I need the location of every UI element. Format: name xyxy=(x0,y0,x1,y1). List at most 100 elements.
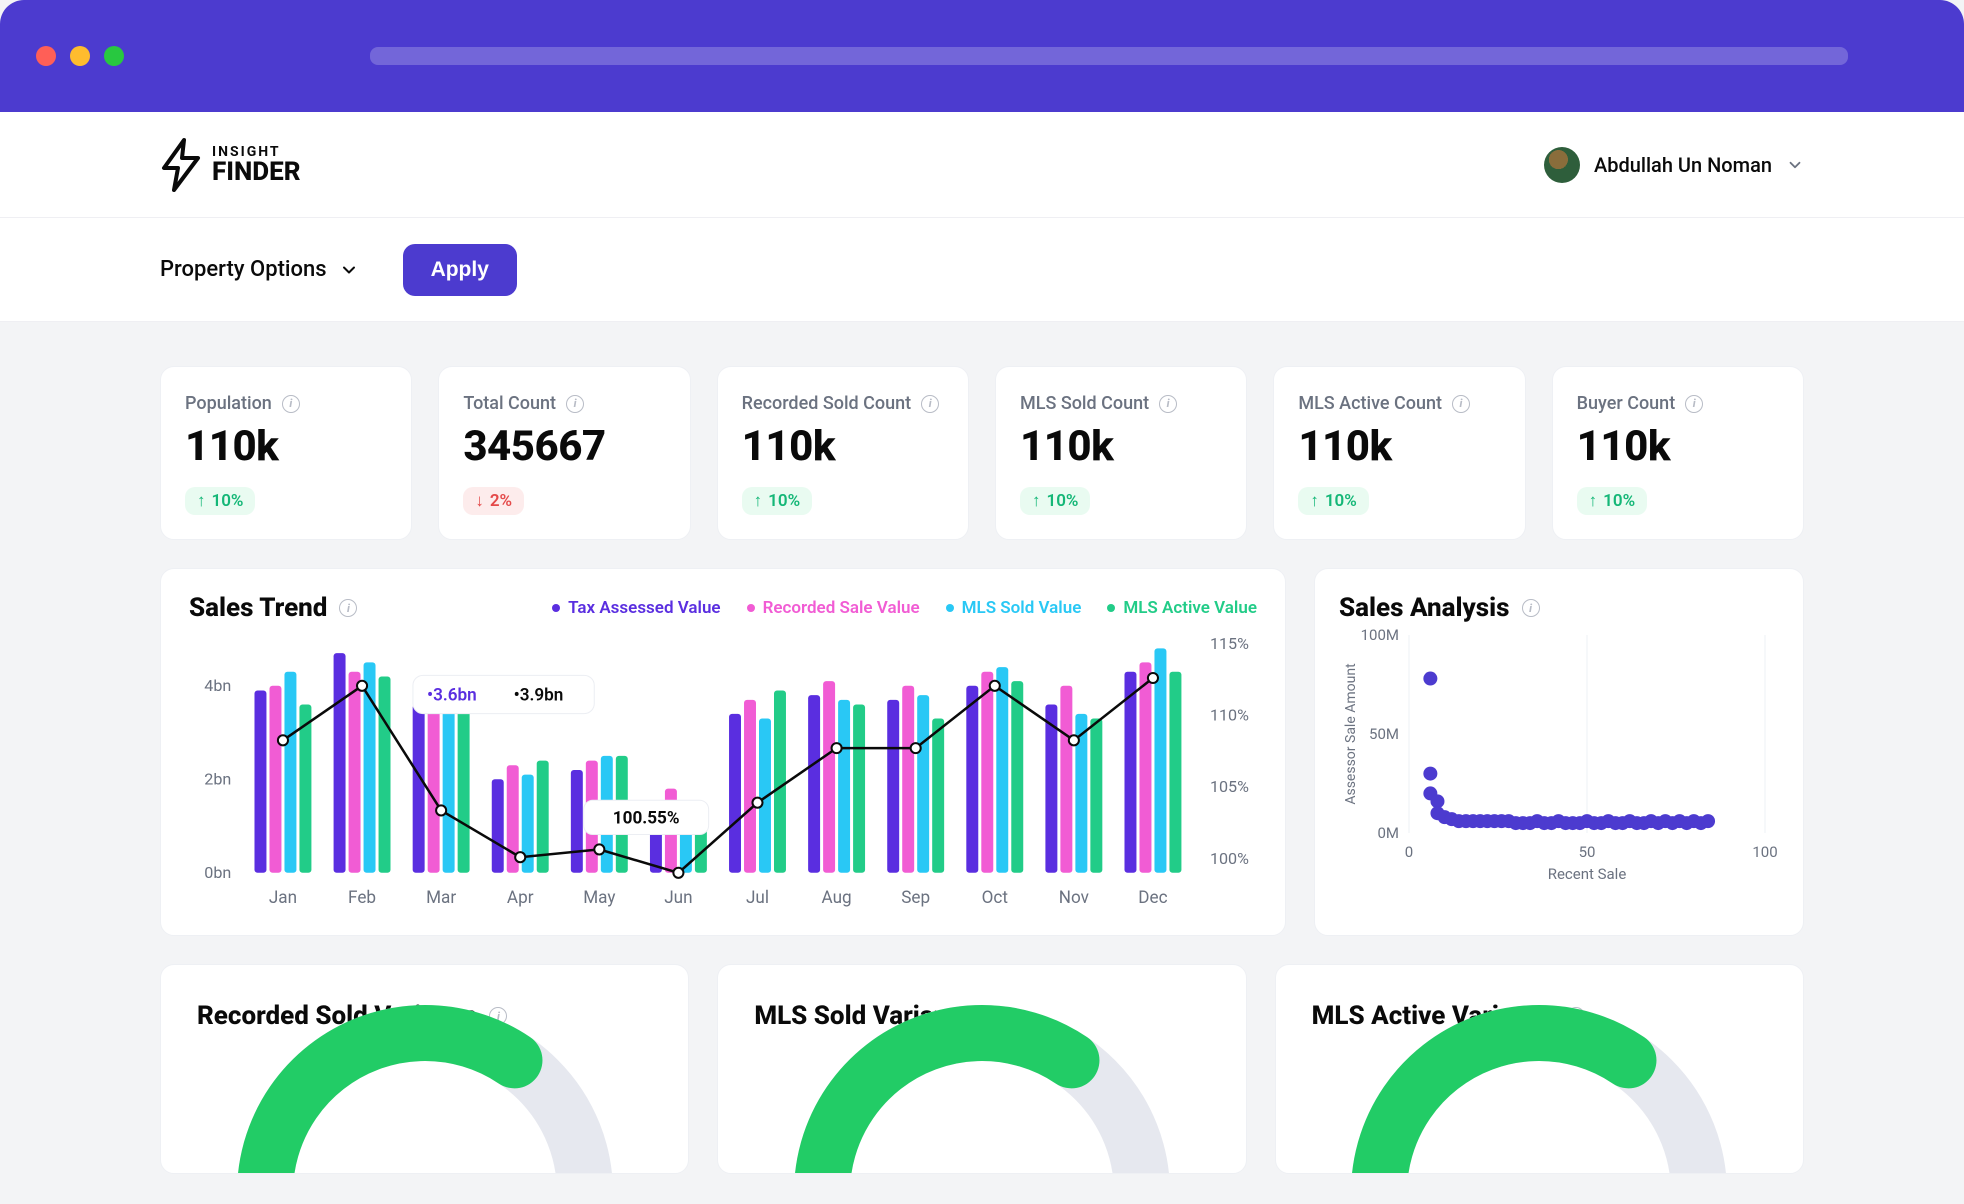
filter-toolbar: Property Options Apply xyxy=(0,218,1964,322)
line-point[interactable] xyxy=(911,743,921,753)
bar[interactable] xyxy=(299,704,311,872)
kpi-value: 110k xyxy=(1020,422,1222,471)
logo-big: FINDER xyxy=(212,159,301,185)
line-point[interactable] xyxy=(1069,735,1079,745)
chevron-down-icon xyxy=(1786,156,1804,174)
sales-trend-chart: 4bn2bn0bn115%110%105%100%JanFebMarAprMay… xyxy=(189,633,1257,913)
info-icon[interactable]: i xyxy=(1685,395,1703,413)
info-icon[interactable]: i xyxy=(1452,395,1470,413)
chart-title: Sales Trend i xyxy=(189,593,357,623)
donut-arc xyxy=(265,1033,514,1174)
bar[interactable] xyxy=(932,719,944,873)
bar[interactable] xyxy=(966,686,978,873)
x-axis-label: Recent Sale xyxy=(1548,865,1627,883)
bar[interactable] xyxy=(284,672,296,873)
line-point[interactable] xyxy=(673,868,683,878)
bar[interactable] xyxy=(364,662,376,872)
bar[interactable] xyxy=(379,676,391,872)
apply-button[interactable]: Apply xyxy=(403,244,517,296)
info-icon[interactable]: i xyxy=(566,395,584,413)
line-point[interactable] xyxy=(752,798,762,808)
property-options-dropdown[interactable]: Property Options xyxy=(160,257,359,282)
bar[interactable] xyxy=(492,779,504,872)
scatter-chart: 050100100M50M0MRecent SaleAssessor Sale … xyxy=(1339,629,1779,885)
kpi-value: 345667 xyxy=(463,422,665,471)
kpi-delta-value: 2% xyxy=(490,491,512,511)
avatar xyxy=(1544,147,1580,183)
bar[interactable] xyxy=(1045,704,1057,872)
info-icon[interactable]: i xyxy=(339,599,357,617)
kpi-delta: ↑ 10% xyxy=(742,487,812,515)
bar[interactable] xyxy=(458,704,470,872)
info-icon[interactable]: i xyxy=(1159,395,1177,413)
line-point[interactable] xyxy=(515,852,525,862)
kpi-title-text: Buyer Count xyxy=(1577,393,1676,414)
maximize-icon[interactable] xyxy=(104,46,124,66)
line-point[interactable] xyxy=(357,681,367,691)
bar[interactable] xyxy=(823,681,835,873)
bar[interactable] xyxy=(1169,672,1181,873)
tooltip-value: •3.9bn xyxy=(514,686,564,706)
bar[interactable] xyxy=(571,770,583,873)
kpi-delta-value: 10% xyxy=(1046,491,1078,511)
legend-item[interactable]: MLS Active Value xyxy=(1107,598,1257,618)
bar[interactable] xyxy=(1124,672,1136,873)
line-point[interactable] xyxy=(594,844,604,854)
y-axis-label: Assessor Sale Amount xyxy=(1343,663,1359,805)
legend-item[interactable]: Recorded Sale Value xyxy=(747,598,920,618)
arrow-up-icon: ↑ xyxy=(1032,491,1041,511)
legend-dot-icon xyxy=(552,604,560,612)
scatter-point[interactable] xyxy=(1701,814,1715,828)
chart-title: Sales Analysis i xyxy=(1339,593,1779,623)
bar[interactable] xyxy=(334,653,346,873)
kpi-title: MLS Sold Count i xyxy=(1020,393,1222,414)
bar[interactable] xyxy=(902,686,914,873)
bar[interactable] xyxy=(838,700,850,873)
bar[interactable] xyxy=(1011,681,1023,873)
scatter-point[interactable] xyxy=(1423,672,1437,686)
close-icon[interactable] xyxy=(36,46,56,66)
line-point[interactable] xyxy=(436,805,446,815)
bar[interactable] xyxy=(744,700,756,873)
bar[interactable] xyxy=(254,690,266,872)
chart-title-text: Sales Trend xyxy=(189,593,327,623)
bar[interactable] xyxy=(428,690,440,872)
line-point[interactable] xyxy=(990,681,1000,691)
line-point[interactable] xyxy=(278,735,288,745)
user-menu[interactable]: Abdullah Un Noman xyxy=(1544,147,1804,183)
url-bar[interactable] xyxy=(370,47,1848,65)
kpi-title-text: MLS Active Count xyxy=(1298,393,1442,414)
bar[interactable] xyxy=(853,704,865,872)
legend-item[interactable]: Tax Assessed Value xyxy=(552,598,720,618)
bar[interactable] xyxy=(887,700,899,873)
bar[interactable] xyxy=(996,667,1008,873)
bar[interactable] xyxy=(917,695,929,873)
bar[interactable] xyxy=(1139,662,1151,872)
bar[interactable] xyxy=(1060,686,1072,873)
app-logo[interactable]: INSIGHT FINDER xyxy=(160,138,301,192)
bar[interactable] xyxy=(774,690,786,872)
bar[interactable] xyxy=(1090,719,1102,873)
chart-legend: Tax Assessed Value Recorded Sale Value M… xyxy=(552,598,1257,618)
scatter-point[interactable] xyxy=(1423,767,1437,781)
bar[interactable] xyxy=(269,686,281,873)
bar[interactable] xyxy=(413,704,425,872)
minimize-icon[interactable] xyxy=(70,46,90,66)
info-icon[interactable]: i xyxy=(1522,599,1540,617)
info-icon[interactable]: i xyxy=(282,395,300,413)
x-axis-tick: Nov xyxy=(1059,888,1089,908)
donut-chart xyxy=(1339,993,1739,1174)
window-titlebar xyxy=(0,0,1964,112)
bar[interactable] xyxy=(443,704,455,872)
line-point[interactable] xyxy=(1148,673,1158,683)
kpi-delta: ↑ 10% xyxy=(1298,487,1368,515)
legend-item[interactable]: MLS Sold Value xyxy=(946,598,1082,618)
bar[interactable] xyxy=(981,672,993,873)
legend-label: Tax Assessed Value xyxy=(568,598,720,618)
info-icon[interactable]: i xyxy=(921,395,939,413)
bar[interactable] xyxy=(349,672,361,873)
line-point[interactable] xyxy=(832,743,842,753)
bar[interactable] xyxy=(729,714,741,873)
bar[interactable] xyxy=(808,695,820,873)
window-controls xyxy=(36,46,124,66)
